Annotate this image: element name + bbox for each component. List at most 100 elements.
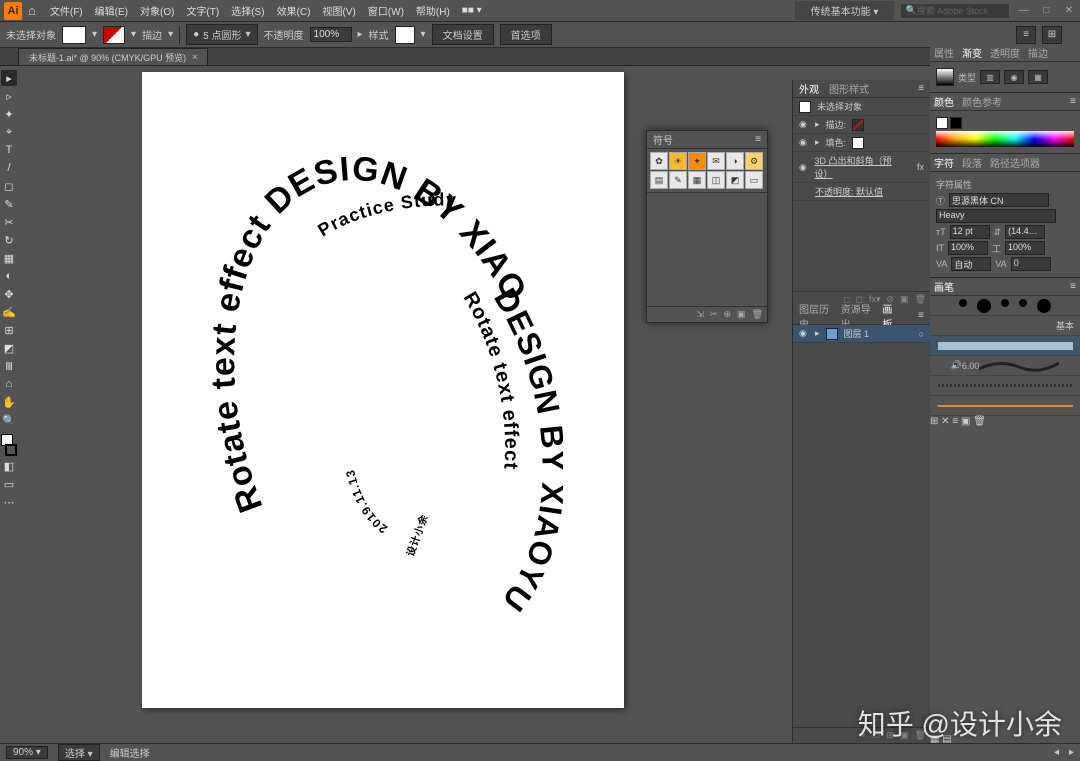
- document-tab[interactable]: 未标题-1.ai* @ 90% (CMYK/GPU 预览) ×: [18, 48, 208, 65]
- scissors-tool[interactable]: ✂: [1, 214, 17, 230]
- color-fill-swatch[interactable]: [936, 117, 948, 129]
- stroke-swatch[interactable]: [103, 26, 125, 44]
- options-icon[interactable]: ≡: [952, 416, 958, 427]
- tab-color[interactable]: 颜色: [934, 94, 954, 109]
- screen-mode-icon[interactable]: ▭: [1, 476, 17, 492]
- brush-row[interactable]: [930, 396, 1080, 416]
- tab-gradient[interactable]: 渐变: [962, 45, 982, 60]
- fill-white-swatch[interactable]: [852, 137, 864, 149]
- rectangle-tool[interactable]: ◻: [1, 178, 17, 194]
- symbol-link-icon[interactable]: ⇲: [696, 309, 704, 320]
- brush-row[interactable]: 基本: [930, 316, 1080, 336]
- selection-tool[interactable]: ▸: [1, 70, 17, 86]
- lasso-tool[interactable]: ⌖: [1, 124, 17, 140]
- workspace-switcher[interactable]: 传统基本功能 ▾: [795, 1, 895, 20]
- tab-opentype[interactable]: 路径选项器: [990, 155, 1040, 170]
- vscale-input[interactable]: 100%: [948, 241, 988, 255]
- fill-stroke-control[interactable]: [1, 434, 17, 456]
- menu-select[interactable]: 选择(S): [225, 3, 270, 18]
- search-input[interactable]: 🔍 搜索 Adobe Stock: [900, 3, 1010, 19]
- hand-tool[interactable]: ✋: [1, 394, 17, 410]
- width-tool[interactable]: ▦: [1, 250, 17, 266]
- symbol-item[interactable]: ◑: [726, 152, 744, 170]
- symbol-item[interactable]: ▤: [650, 171, 668, 189]
- menu-help[interactable]: 帮助(H): [410, 3, 456, 18]
- visibility-icon[interactable]: ◉: [799, 328, 809, 339]
- zoom-tool[interactable]: 🔍: [1, 412, 17, 428]
- visibility-icon[interactable]: ◉: [799, 162, 809, 173]
- brush-row[interactable]: [930, 336, 1080, 356]
- stroke-color-icon[interactable]: [5, 444, 17, 456]
- color-spectrum[interactable]: [936, 131, 1074, 147]
- window-minimize-icon[interactable]: —: [1016, 5, 1030, 16]
- scroll-right-icon[interactable]: ▸: [1069, 747, 1074, 758]
- hscale-input[interactable]: 100%: [1005, 241, 1045, 255]
- kerning-input[interactable]: 自动: [951, 257, 991, 271]
- menu-object[interactable]: 对象(O): [134, 3, 180, 18]
- menu-type[interactable]: 文字(T): [180, 3, 225, 18]
- layer-row[interactable]: ◉ ▸ 图层 1 ○: [793, 325, 930, 343]
- symbol-break-icon[interactable]: ✂: [710, 309, 718, 320]
- artboard-tool[interactable]: ⌂: [1, 376, 17, 392]
- brush-row[interactable]: [930, 376, 1080, 396]
- symbols-panel[interactable]: 符号≡ ✿ ☀ ✦ ✉ ◑ ⚙ ▤ ✎ ▦ ◫ ◩ ▭ ⇲ ✂ ⊕ ▣ 🗑: [646, 130, 768, 323]
- tab-properties[interactable]: 属性: [934, 45, 954, 60]
- menu-edit[interactable]: 编辑(E): [89, 3, 134, 18]
- tab-graphic-styles[interactable]: 图形样式: [829, 81, 869, 96]
- symbol-item[interactable]: ◩: [726, 171, 744, 189]
- trash-icon[interactable]: 🗑: [915, 294, 926, 305]
- touch-type-icon[interactable]: Ⓣ: [936, 194, 945, 207]
- dup-icon[interactable]: ▣: [900, 294, 909, 305]
- panel-menu-icon[interactable]: ≡: [918, 83, 924, 94]
- close-tab-icon[interactable]: ×: [192, 52, 197, 62]
- symbol-item[interactable]: ◫: [707, 171, 725, 189]
- remove-stroke-icon[interactable]: ✕: [941, 416, 949, 427]
- symbol-options-icon[interactable]: ⊕: [724, 309, 732, 320]
- menu-effect[interactable]: 效果(C): [271, 3, 317, 18]
- fill-menu-icon[interactable]: ▾: [92, 29, 97, 40]
- brush-row[interactable]: 🔊 6.00: [930, 356, 1080, 376]
- symbol-item[interactable]: ▦: [688, 171, 706, 189]
- style-swatch[interactable]: [395, 26, 415, 44]
- tab-stroke[interactable]: 描边: [1028, 45, 1048, 60]
- scroll-left-icon[interactable]: ◂: [1054, 747, 1059, 758]
- window-maximize-icon[interactable]: □: [1039, 5, 1053, 16]
- lib-icon[interactable]: ⊞: [930, 416, 938, 427]
- magic-wand-tool[interactable]: ✦: [1, 106, 17, 122]
- layer-name[interactable]: 图层 1: [844, 327, 870, 340]
- gradient-preview[interactable]: [936, 68, 954, 86]
- menu-view[interactable]: 视图(V): [316, 3, 361, 18]
- menu-file[interactable]: 文件(F): [44, 3, 89, 18]
- gradient-linear-icon[interactable]: ▥: [980, 70, 1000, 84]
- font-weight-input[interactable]: Heavy: [936, 209, 1056, 223]
- column-graph-tool[interactable]: Ⅲ: [1, 358, 17, 374]
- brush-row[interactable]: [930, 296, 1080, 316]
- preferences-button[interactable]: 首选项: [500, 24, 552, 45]
- fill-swatch[interactable]: [62, 26, 86, 44]
- opacity-input[interactable]: 100%: [310, 27, 352, 42]
- perspective-tool[interactable]: ⊞: [1, 322, 17, 338]
- visibility-icon[interactable]: ◉: [799, 119, 809, 130]
- type-tool[interactable]: T: [1, 142, 17, 158]
- color-stroke-swatch[interactable]: [950, 117, 962, 129]
- symbol-item[interactable]: ☀: [669, 152, 687, 170]
- color-mode-icon[interactable]: ◧: [1, 458, 17, 474]
- stroke-caret[interactable]: ▾: [168, 29, 173, 40]
- stroke-none-swatch[interactable]: [852, 119, 864, 131]
- new-brush-icon[interactable]: ▣: [961, 416, 970, 427]
- font-family-input[interactable]: 思源黑体 CN: [949, 193, 1049, 207]
- symbol-item[interactable]: ▭: [745, 171, 763, 189]
- direct-selection-tool[interactable]: ▹: [1, 88, 17, 104]
- edit-toolbar-icon[interactable]: ⋯: [1, 494, 17, 510]
- target-icon[interactable]: ○: [919, 329, 924, 339]
- menu-extra[interactable]: ■■ ▾: [456, 5, 488, 16]
- shape-builder-tool[interactable]: ◐: [1, 268, 17, 284]
- symbol-item[interactable]: ✉: [707, 152, 725, 170]
- tracking-input[interactable]: 0: [1011, 257, 1051, 271]
- symbol-new-icon[interactable]: ▣: [737, 309, 746, 320]
- visibility-icon[interactable]: ◉: [799, 137, 809, 148]
- panel-menu-icon[interactable]: ≡: [918, 310, 924, 321]
- paintbrush-tool[interactable]: ✎: [1, 196, 17, 212]
- brush-preset-select[interactable]: ● 5 点圆形 ▾: [186, 24, 257, 45]
- menu-window[interactable]: 窗口(W): [362, 3, 410, 18]
